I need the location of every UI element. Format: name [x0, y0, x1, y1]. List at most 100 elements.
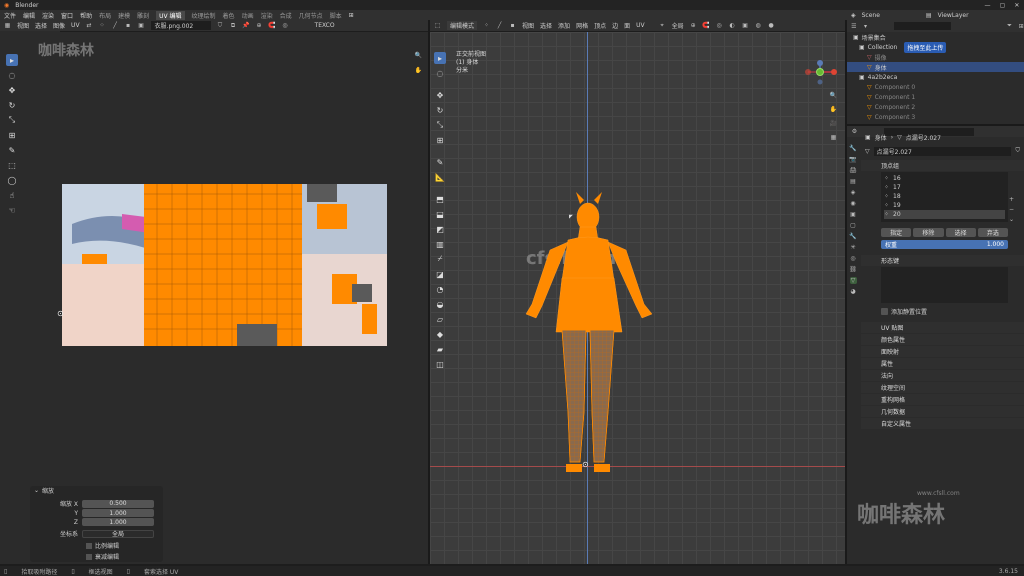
image-name-field[interactable]: 衣服.png.002: [150, 21, 211, 30]
view-layer-tab-icon[interactable]: ▤: [850, 178, 857, 185]
new-image-icon[interactable]: ⧉: [230, 22, 237, 29]
adjust-panel-header[interactable]: ⌄ 缩放: [30, 486, 163, 495]
outliner-funnel-icon[interactable]: ⏷: [1007, 22, 1013, 30]
transform-tool-icon[interactable]: ⊞: [6, 129, 18, 141]
select-button[interactable]: 选择: [945, 228, 976, 237]
fake-user-shield-icon[interactable]: ⛉: [1015, 147, 1020, 155]
vertex-mode-icon[interactable]: ⁘: [483, 22, 490, 29]
transform-orient-icon[interactable]: ⌖: [659, 22, 666, 29]
scene-name[interactable]: Scene: [862, 12, 880, 19]
list-item[interactable]: ⁘ 18: [884, 192, 1005, 201]
new-collection-icon[interactable]: ⊞: [1018, 23, 1024, 30]
menu-edit[interactable]: 编辑: [23, 11, 35, 20]
vp-transform-tool-icon[interactable]: ⊞: [434, 134, 446, 146]
vp-menu-face[interactable]: 面: [624, 21, 630, 30]
transform-orient-dropdown[interactable]: 全局: [672, 21, 684, 30]
add-vgroup-icon[interactable]: +: [1008, 196, 1015, 203]
tab-geometry-nodes[interactable]: 几何节点: [299, 11, 323, 20]
outliner-item-camera[interactable]: ▽ 摄像: [847, 52, 1024, 62]
tab-texture-paint[interactable]: 纹理绘制: [192, 11, 216, 20]
orientation-dropdown[interactable]: 全局: [82, 529, 154, 538]
outliner-item-component3[interactable]: ▽ Component 3: [847, 112, 1024, 122]
tab-shading[interactable]: 着色: [223, 11, 235, 20]
vp-menu-view[interactable]: 视图: [522, 21, 534, 30]
vp-pivot-icon[interactable]: ⊕: [690, 22, 697, 29]
uv-menu-view[interactable]: 视图: [17, 21, 29, 30]
2d-cursor-icon[interactable]: ⊙: [57, 309, 64, 318]
move-tool-icon[interactable]: ✥: [6, 84, 18, 96]
mesh-name-field[interactable]: 点漏号2.027: [873, 146, 1012, 156]
tool-tab-icon[interactable]: 🔧: [849, 145, 856, 152]
tab-uv-editing[interactable]: UV 编辑: [156, 10, 185, 20]
outliner-root[interactable]: ▣ 场景集合: [847, 32, 1024, 42]
tab-rendering[interactable]: 渲染: [261, 11, 273, 20]
scene-tab-icon[interactable]: ◈: [850, 189, 857, 196]
proportional-icon[interactable]: ◎: [282, 22, 289, 29]
viewport-type-icon[interactable]: ⬚: [434, 22, 441, 29]
rip-tool-icon[interactable]: ⬚: [6, 159, 18, 171]
panel-normals[interactable]: 法向: [861, 370, 1024, 381]
sync-icon[interactable]: ⇄: [86, 22, 93, 29]
cursor-tool-icon[interactable]: ◌: [6, 69, 18, 81]
3d-cursor-icon[interactable]: ⊙: [582, 460, 589, 469]
tab-layout[interactable]: 布局: [99, 11, 111, 20]
rip-region-tool-icon[interactable]: ◫: [434, 358, 446, 370]
outliner-item-component1[interactable]: ▽ Component 1: [847, 92, 1024, 102]
tab-modeling[interactable]: 建模: [118, 11, 130, 20]
outliner-search-input[interactable]: [894, 22, 951, 30]
3d-viewport[interactable]: 正交前视图 (1) 身体 分米 ▸ ◌ ✥ ↻ ⤡ ⊞ ✎ 📐 ⬒ ⬓ ◩ ▥ …: [430, 32, 845, 564]
object-tab-icon[interactable]: ▢: [850, 222, 857, 229]
mesh-data-tab-icon[interactable]: ▽: [849, 277, 857, 284]
vgroup-specials-icon[interactable]: ⌄: [1008, 216, 1015, 223]
vp-zoom-icon[interactable]: 🔍: [830, 92, 837, 99]
outliner-item-group[interactable]: ▣ 4a2b2eca: [847, 72, 1024, 82]
vp-menu-select[interactable]: 选择: [540, 21, 552, 30]
zoom-icon[interactable]: 🔍: [415, 52, 422, 59]
panel-color-attributes[interactable]: 颜色属性: [861, 334, 1024, 345]
scale-x-field[interactable]: 0.500: [82, 499, 154, 508]
material-tab-icon[interactable]: ◕: [850, 288, 857, 295]
scale-y-field[interactable]: 1.000: [82, 509, 154, 517]
minimize-icon[interactable]: —: [985, 2, 991, 9]
maximize-icon[interactable]: ▢: [1000, 2, 1006, 9]
menu-window[interactable]: 窗口: [61, 11, 73, 20]
uv-menu-uv[interactable]: UV: [71, 22, 80, 29]
outliner-type-icon[interactable]: ☰: [851, 23, 857, 30]
vp-pan-icon[interactable]: ✋: [830, 106, 837, 113]
proportional-edit-checkbox[interactable]: [86, 542, 92, 549]
pan-icon[interactable]: ✋: [415, 67, 422, 74]
mesh-browse-icon[interactable]: ▽: [865, 148, 870, 155]
tab-scripting[interactable]: 脚本: [330, 11, 342, 20]
vp-menu-mesh[interactable]: 网格: [576, 21, 588, 30]
world-tab-icon[interactable]: ◉: [850, 200, 857, 207]
vp-select-tool-icon[interactable]: ▸: [434, 52, 446, 64]
vertex-select-icon[interactable]: ⁘: [99, 22, 106, 29]
image-browse-icon[interactable]: ▣: [138, 22, 145, 29]
panel-texture-space[interactable]: 纹理空间: [861, 382, 1024, 393]
wireframe-shading-icon[interactable]: ◍: [755, 22, 762, 29]
vp-menu-vertex[interactable]: 顶点: [594, 21, 606, 30]
overlay-icon[interactable]: ◐: [729, 22, 736, 29]
constraints-tab-icon[interactable]: ⛓: [849, 266, 857, 273]
pivot-icon[interactable]: ⊕: [256, 22, 263, 29]
remove-button[interactable]: 移除: [913, 228, 944, 237]
vp-menu-add[interactable]: 添加: [558, 21, 570, 30]
render-tab-icon[interactable]: 📷: [849, 156, 856, 163]
inset-tool-icon[interactable]: ⬓: [434, 208, 446, 220]
pinch-tool-icon[interactable]: ☜: [6, 204, 18, 216]
outliner-filter-icon[interactable]: ▾: [863, 23, 869, 30]
panel-custom-properties[interactable]: 自定义属性: [861, 418, 1024, 429]
vp-scale-tool-icon[interactable]: ⤡: [434, 119, 446, 131]
output-tab-icon[interactable]: 🖨: [849, 167, 857, 174]
weight-slider[interactable]: 权重 1.000: [881, 240, 1008, 249]
outliner-item-collection[interactable]: ▣ Collection 拖拽至此上传: [847, 41, 1024, 53]
edge-slide-tool-icon[interactable]: ▱: [434, 313, 446, 325]
select-box-tool-icon[interactable]: ▸: [6, 54, 18, 66]
panel-attributes[interactable]: 属性: [861, 358, 1024, 369]
polybuild-tool-icon[interactable]: ◪: [434, 268, 446, 280]
fake-user-icon[interactable]: ⛉: [217, 22, 224, 29]
face-mode-icon[interactable]: ▪: [509, 22, 516, 29]
snap-icon[interactable]: 🧲: [268, 22, 275, 29]
vp-proportional-icon[interactable]: ◎: [716, 22, 723, 29]
panel-geometry-data[interactable]: 几何数据: [861, 406, 1024, 417]
